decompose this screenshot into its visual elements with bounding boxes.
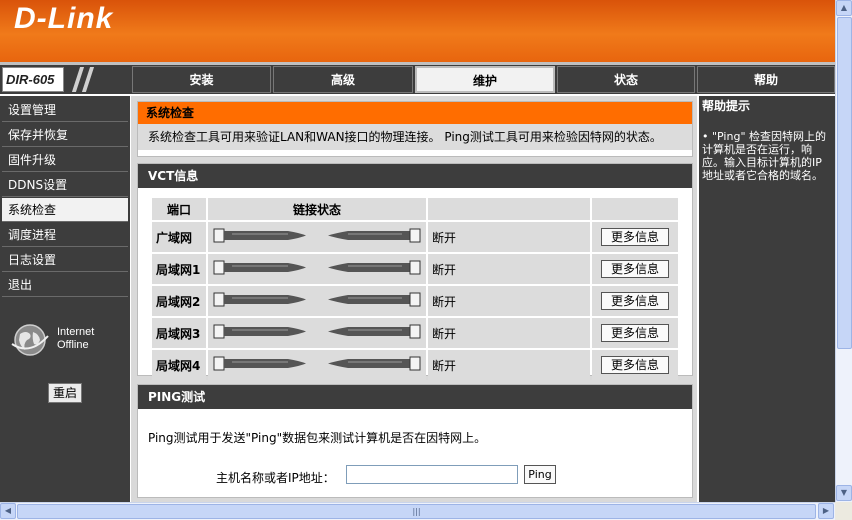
sidebar-item-system-check[interactable]: 系统检查 xyxy=(2,198,128,222)
table-row: 局域网2 断开 更多信息 xyxy=(152,286,678,316)
port-name: 局域网1 xyxy=(152,254,206,284)
dlink-logo: D-Link xyxy=(14,2,114,35)
tab-status[interactable]: 状态 xyxy=(557,66,695,93)
cable-icon xyxy=(208,286,426,316)
port-name: 局域网2 xyxy=(152,286,206,316)
system-check-title: 系统检查 xyxy=(138,102,692,124)
vct-box: VCT信息 端口 链接状态 广域网 断开 更多信息 局域网1 断开 更多信息 局… xyxy=(137,163,693,380)
scrollbar-corner xyxy=(835,502,852,520)
decorative-slashes xyxy=(70,65,130,94)
help-title: 帮助提示 xyxy=(702,99,751,113)
sidebar-item-log-settings[interactable]: 日志设置 xyxy=(2,248,128,272)
model-label: DIR-605 xyxy=(2,67,64,92)
table-row: 局域网3 断开 更多信息 xyxy=(152,318,678,348)
col-link-header: 链接状态 xyxy=(208,198,426,220)
system-check-description: 系统检查工具可用来验证LAN和WAN接口的物理连接。 Ping测试工具可用来检验… xyxy=(138,124,692,150)
cable-icon xyxy=(208,254,426,284)
left-sidebar: 设置管理 保存并恢复 固件升级 DDNS设置 系统检查 调度进程 日志设置 退出… xyxy=(0,96,130,502)
internet-status-line1: Internet xyxy=(57,326,95,338)
vct-title: VCT信息 xyxy=(138,164,692,188)
more-info-cell: 更多信息 xyxy=(592,318,678,348)
link-status: 断开 xyxy=(428,318,590,348)
more-info-cell: 更多信息 xyxy=(592,254,678,284)
vct-header-row: 端口 链接状态 xyxy=(152,198,678,220)
scroll-up-icon[interactable]: ▲ xyxy=(836,0,852,16)
reboot-button[interactable]: 重启 xyxy=(48,383,82,403)
horizontal-scroll-thumb[interactable]: ||| xyxy=(17,504,816,519)
more-info-button[interactable]: 更多信息 xyxy=(601,292,669,310)
more-info-button[interactable]: 更多信息 xyxy=(601,356,669,374)
internet-status: Internet Offline xyxy=(57,326,94,352)
help-text: • "Ping" 检查因特网上的计算机是否在运行，响应。输入目标计算机的IP地址… xyxy=(702,130,827,182)
ping-button[interactable]: Ping xyxy=(524,465,556,484)
more-info-cell: 更多信息 xyxy=(592,222,678,252)
sidebar-item-schedules[interactable]: 调度进程 xyxy=(2,223,128,247)
tab-help[interactable]: 帮助 xyxy=(697,66,835,93)
sidebar-item-admin[interactable]: 设置管理 xyxy=(2,98,128,122)
scroll-left-icon[interactable]: ◀ xyxy=(0,503,16,519)
more-info-cell: 更多信息 xyxy=(592,350,678,380)
top-nav: DIR-605 安装 高级 维护 状态 帮助 xyxy=(0,65,835,94)
link-status: 断开 xyxy=(428,254,590,284)
header-banner: D-Link xyxy=(0,0,835,62)
port-name: 局域网4 xyxy=(152,350,206,380)
help-panel: 帮助提示 • "Ping" 检查因特网上的计算机是否在运行，响应。输入目标计算机… xyxy=(699,96,835,502)
vct-table: 端口 链接状态 广域网 断开 更多信息 局域网1 断开 更多信息 局域网2 断开… xyxy=(150,196,680,382)
table-row: 局域网4 断开 更多信息 xyxy=(152,350,678,380)
col-status-header xyxy=(428,198,590,220)
table-row: 局域网1 断开 更多信息 xyxy=(152,254,678,284)
sidebar-item-ddns[interactable]: DDNS设置 xyxy=(2,173,128,197)
internet-status-line2: Offline xyxy=(57,339,89,351)
sidebar-item-save-restore[interactable]: 保存并恢复 xyxy=(2,123,128,147)
scroll-down-icon[interactable]: ▼ xyxy=(836,485,852,501)
link-status: 断开 xyxy=(428,222,590,252)
cable-icon xyxy=(208,350,426,380)
ping-box: PING测试 Ping测试用于发送"Ping"数据包来测试计算机是否在因特网上。… xyxy=(137,384,693,498)
horizontal-scrollbar[interactable]: ◀ ||| ▶ xyxy=(0,502,835,520)
cable-icon xyxy=(208,222,426,252)
main-content: 系统检查 系统检查工具可用来验证LAN和WAN接口的物理连接。 Ping测试工具… xyxy=(131,96,697,502)
vertical-scroll-thumb[interactable] xyxy=(837,17,852,349)
port-name: 局域网3 xyxy=(152,318,206,348)
scroll-right-icon[interactable]: ▶ xyxy=(818,503,834,519)
table-row: 广域网 断开 更多信息 xyxy=(152,222,678,252)
link-status: 断开 xyxy=(428,286,590,316)
ping-description: Ping测试用于发送"Ping"数据包来测试计算机是否在因特网上。 xyxy=(148,431,487,445)
system-check-box: 系统检查 系统检查工具可用来验证LAN和WAN接口的物理连接。 Ping测试工具… xyxy=(137,101,693,157)
sidebar-item-firmware[interactable]: 固件升级 xyxy=(2,148,128,172)
tab-advanced[interactable]: 高级 xyxy=(273,66,413,93)
more-info-cell: 更多信息 xyxy=(592,286,678,316)
host-input[interactable] xyxy=(346,465,518,484)
host-label: 主机名称或者IP地址： xyxy=(216,471,335,485)
more-info-button[interactable]: 更多信息 xyxy=(601,228,669,246)
sidebar-item-logout[interactable]: 退出 xyxy=(2,273,128,297)
col-port-header: 端口 xyxy=(152,198,206,220)
cable-icon xyxy=(208,318,426,348)
vertical-scrollbar[interactable]: ▲ ▼ xyxy=(835,0,852,502)
port-name: 广域网 xyxy=(152,222,206,252)
globe-icon xyxy=(11,324,49,356)
more-info-button[interactable]: 更多信息 xyxy=(601,324,669,342)
col-action-header xyxy=(592,198,678,220)
tab-setup[interactable]: 安装 xyxy=(132,66,271,93)
link-status: 断开 xyxy=(428,350,590,380)
more-info-button[interactable]: 更多信息 xyxy=(601,260,669,278)
router-admin-page: D-Link DIR-605 安装 高级 维护 状态 帮助 设置管理 保存并恢复… xyxy=(0,0,852,520)
tab-maintenance[interactable]: 维护 xyxy=(415,66,555,93)
ping-title: PING测试 xyxy=(138,385,692,409)
